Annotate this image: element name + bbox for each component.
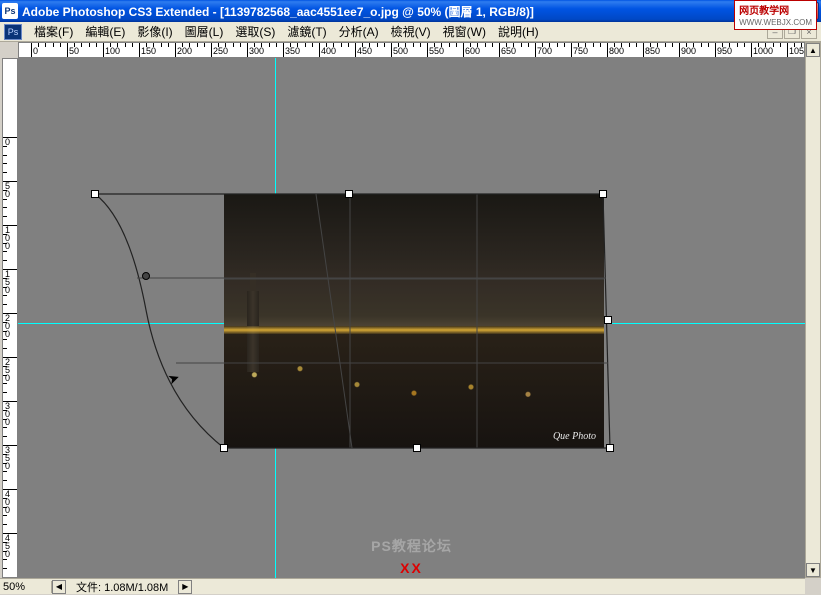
transform-handle-lm[interactable] [142,272,150,280]
menu-view[interactable]: 檢視(V) [385,21,437,42]
status-nav-left[interactable]: ◀ [52,580,66,594]
transform-handle-bm[interactable] [413,444,421,452]
menu-help[interactable]: 說明(H) [492,21,545,42]
window-title: Adobe Photoshop CS3 Extended - [11397825… [22,3,752,20]
menu-analysis[interactable]: 分析(A) [333,21,385,42]
menu-layer[interactable]: 圖層(L) [179,21,230,42]
transform-handle-tl[interactable] [91,190,99,198]
menu-window[interactable]: 視窗(W) [437,21,492,42]
transform-handle-bl[interactable] [220,444,228,452]
ruler-horizontal[interactable]: 0501001502002503003504004505005506006507… [18,42,805,58]
menu-select[interactable]: 選取(S) [229,21,281,42]
xx-mark: XX [400,560,423,576]
zoom-field[interactable]: 50% [0,581,52,593]
canvas[interactable]: Que Photo ➤ PS教程论坛 XX [18,58,805,578]
scroll-up-button[interactable]: ▲ [806,43,820,57]
forum-watermark: PS教程论坛 [371,536,452,556]
menu-edit[interactable]: 編輯(E) [79,21,131,42]
transform-handle-br[interactable] [606,444,614,452]
scroll-down-button[interactable]: ▼ [806,563,820,577]
titlebar: Ps Adobe Photoshop CS3 Extended - [11397… [0,0,821,22]
menu-filter[interactable]: 濾鏡(T) [281,21,332,42]
site-watermark: 网页教学网 WWW.WEBJX.COM [734,0,817,30]
menu-file[interactable]: 檔案(F) [28,21,79,42]
transform-handle-rm[interactable] [604,316,612,324]
menu-image[interactable]: 影像(I) [131,21,178,42]
status-popup-button[interactable]: ▶ [178,580,192,594]
transform-handle-tm[interactable] [345,190,353,198]
menubar-icon: Ps [4,24,22,40]
menubar: Ps 檔案(F) 編輯(E) 影像(I) 圖層(L) 選取(S) 濾鏡(T) 分… [0,22,821,42]
transform-handle-tr[interactable] [599,190,607,198]
scrollbar-vertical[interactable]: ▲ ▼ [805,42,821,578]
file-size-status: 文件: 1.08M/1.08M [66,579,178,595]
free-transform-overlay[interactable] [18,58,805,578]
ruler-vertical[interactable]: 050100150200250300350400450500 [2,58,18,578]
app-icon: Ps [2,3,18,19]
statusbar: 50% ◀ 文件: 1.08M/1.08M ▶ [0,578,805,594]
